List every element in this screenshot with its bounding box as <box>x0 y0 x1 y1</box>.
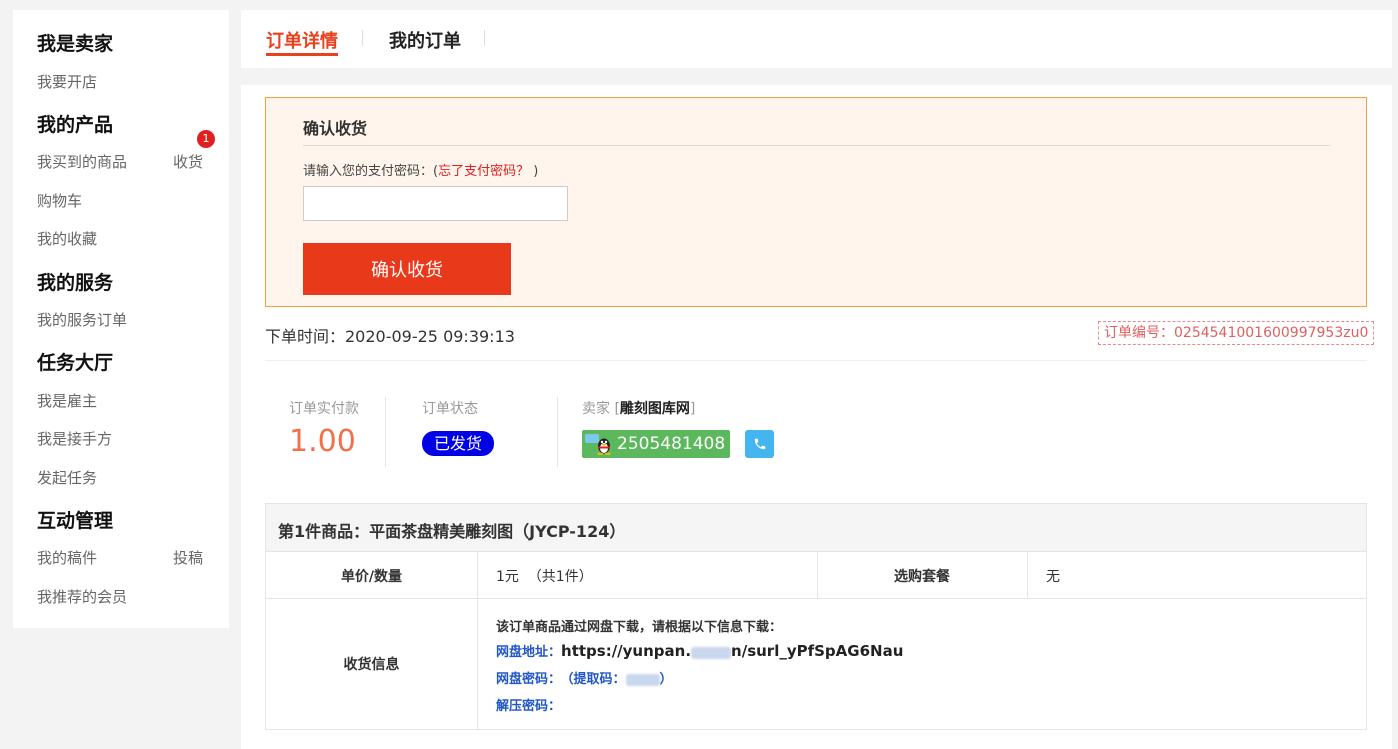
redacted-mask <box>691 646 732 659</box>
divider <box>303 145 1330 146</box>
pan-password-row: 网盘密码： （提取码： ） <box>496 668 673 687</box>
unzip-password-label: 解压密码： <box>496 699 562 714</box>
paid-label: 订单实付款 <box>289 401 359 417</box>
tab-divider <box>362 30 363 46</box>
sidebar: 我是卖家 我要开店 我的产品 我买到的商品 收货 1 购物车 我的收藏 我的服务… <box>13 10 229 628</box>
sidebar-head-tasks: 任务大厅 <box>37 352 114 374</box>
status-label: 订单状态 <box>422 401 478 417</box>
divider <box>265 360 1367 361</box>
download-intro: 该订单商品通过网盘下载，请根据以下信息下载： <box>496 620 783 635</box>
seller-label: 卖家 [雕刻图库网] <box>582 398 695 418</box>
seller-name[interactable]: 雕刻图库网 <box>620 401 690 417</box>
redacted-mask <box>625 673 660 686</box>
confirm-receipt-button[interactable]: 确认收货 <box>303 243 511 295</box>
confirm-title: 确认收货 <box>303 119 368 138</box>
sidebar-item-submit[interactable]: 投稿 <box>173 547 203 568</box>
pan-url-part2[interactable]: n/surl_yPfSpAG6Nau <box>731 642 903 660</box>
qq-contact-button[interactable]: 2505481408 <box>582 430 731 458</box>
sidebar-item-service-orders[interactable]: 我的服务订单 <box>37 309 127 330</box>
grid-line <box>266 598 1366 599</box>
order-detail-panel: 确认收货 请输入您的支付密码：(忘了支付密码？ ) 确认收货 下单时间：2020… <box>241 85 1392 749</box>
pan-password-value: （提取码： <box>567 672 626 687</box>
sidebar-head-services: 我的服务 <box>37 272 114 294</box>
active-tab-underline <box>266 53 338 56</box>
sidebar-item-favorites[interactable]: 我的收藏 <box>37 228 97 249</box>
product-box: 第1件商品：平面茶盘精美雕刻图（JYCP-124） 单价/数量 1元 （共1件）… <box>265 503 1367 730</box>
price-qty-label: 单价/数量 <box>340 569 403 585</box>
pan-password-label: 网盘密码： <box>496 672 562 687</box>
grid-line <box>1027 552 1028 599</box>
seller-suffix: ] <box>689 401 696 417</box>
password-prompt: 请输入您的支付密码：(忘了支付密码？ ) <box>303 160 538 179</box>
payment-password-input[interactable] <box>303 186 568 221</box>
pan-url-row: 网盘地址：https://yunpan. n/surl_yPfSpAG6Nau <box>496 641 903 660</box>
sidebar-item-receive[interactable]: 收货 <box>173 151 203 172</box>
package-label: 选购套餐 <box>894 569 950 585</box>
order-number: 订单编号：0254541001600997953zu0 <box>1098 321 1375 345</box>
tab-divider <box>484 30 485 46</box>
sidebar-item-open-shop[interactable]: 我要开店 <box>37 71 97 92</box>
paid-amount: 1.00 <box>289 424 356 459</box>
unzip-password-row: 解压密码： <box>496 695 561 714</box>
sidebar-item-employer[interactable]: 我是雇主 <box>37 390 97 411</box>
divider <box>385 397 386 467</box>
divider <box>557 397 558 467</box>
order-time: 下单时间：2020-09-25 09:39:13 <box>265 327 515 346</box>
password-prompt-suffix: ) <box>529 164 539 179</box>
phone-contact-button[interactable] <box>745 430 774 458</box>
status-badge: 已发货 <box>422 431 495 456</box>
tab-my-orders[interactable]: 我的订单 <box>389 27 461 53</box>
sidebar-item-start-task[interactable]: 发起任务 <box>37 467 97 488</box>
product-title: 第1件商品：平面茶盘精美雕刻图（JYCP-124） <box>278 522 626 541</box>
sidebar-item-cart[interactable]: 购物车 <box>37 190 82 211</box>
sidebar-head-products: 我的产品 <box>37 114 114 136</box>
sidebar-item-bought[interactable]: 我买到的商品 <box>37 151 127 172</box>
grid-line <box>477 552 478 730</box>
top-tabs: 订单详情 我的订单 <box>241 10 1392 68</box>
qq-number: 2505481408 <box>617 434 726 454</box>
sidebar-head-seller: 我是卖家 <box>37 33 114 55</box>
receive-count-badge: 1 <box>197 130 215 148</box>
seller-prefix: 卖家 [ <box>582 401 620 417</box>
package-value: 无 <box>1046 569 1060 585</box>
qq-penguin-icon <box>585 433 615 456</box>
forgot-password-link[interactable]: 忘了支付密码？ <box>438 164 529 179</box>
sidebar-item-recommended[interactable]: 我推荐的会员 <box>37 586 127 607</box>
price-qty-value: 1元 （共1件） <box>496 569 593 585</box>
product-header: 第1件商品：平面茶盘精美雕刻图（JYCP-124） <box>266 504 1366 552</box>
password-prompt-text: 请输入您的支付密码：( <box>303 164 439 179</box>
receive-info-label: 收货信息 <box>343 657 400 673</box>
pan-url-part1[interactable]: https://yunpan. <box>561 642 691 660</box>
confirm-receipt-box: 确认收货 请输入您的支付密码：(忘了支付密码？ ) 确认收货 <box>265 97 1367 307</box>
phone-icon <box>754 438 765 450</box>
sidebar-head-interact: 互动管理 <box>37 510 114 532</box>
pan-password-end: ） <box>659 672 673 687</box>
sidebar-item-manuscripts[interactable]: 我的稿件 <box>37 547 97 568</box>
pan-url-label: 网盘地址： <box>496 645 562 660</box>
sidebar-item-taker[interactable]: 我是接手方 <box>37 428 112 449</box>
tab-order-detail[interactable]: 订单详情 <box>266 27 338 53</box>
